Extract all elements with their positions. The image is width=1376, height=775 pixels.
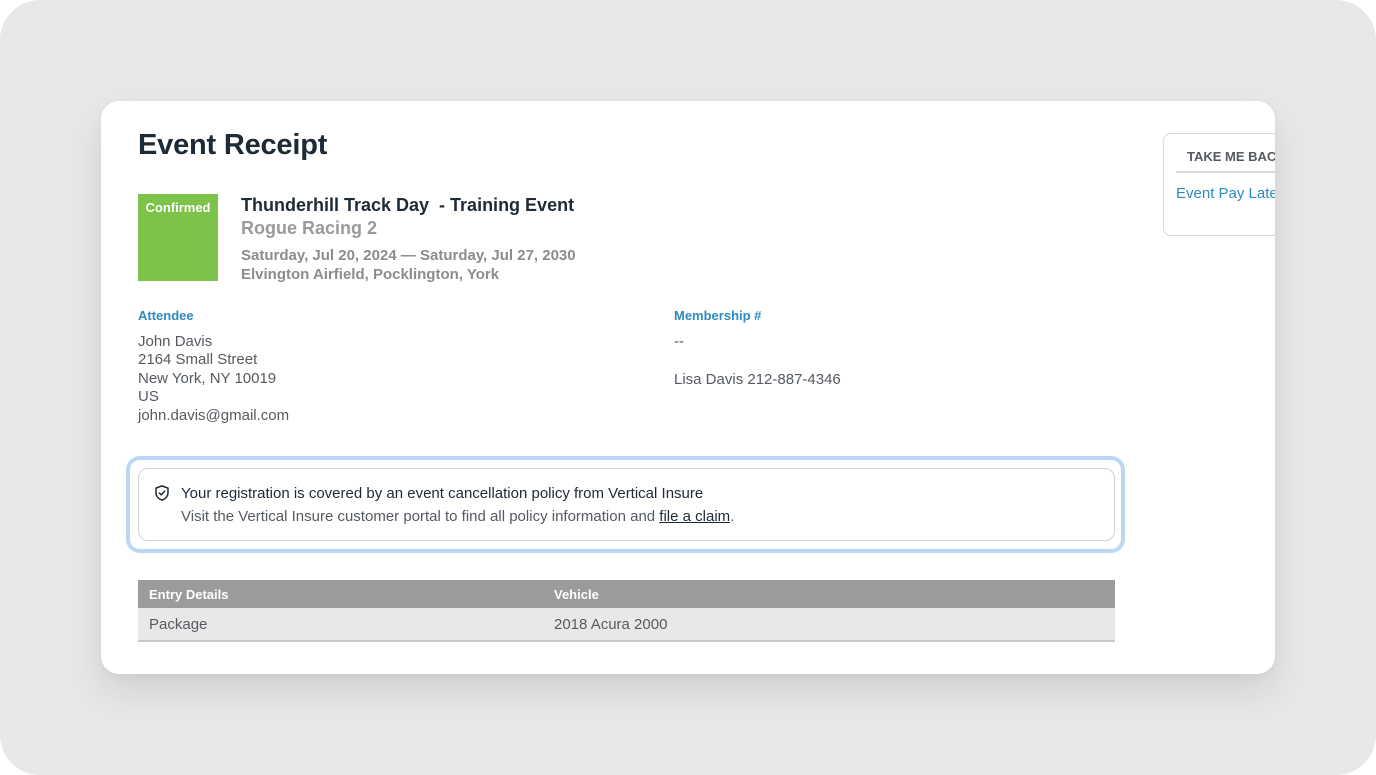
status-label: Confirmed [145, 200, 211, 215]
policy-highlight: Your registration is covered by an event… [126, 456, 1125, 553]
file-claim-link[interactable]: file a claim [659, 508, 730, 525]
policy-text: Visit the Vertical Insure customer porta… [181, 508, 734, 525]
table-row: Package 2018 Acura 2000 [138, 608, 1115, 642]
attendee-details: John Davis 2164 Small Street New York, N… [138, 333, 289, 425]
event-location: Elvington Airfield, Pocklington, York [241, 266, 500, 283]
event-dates: Saturday, Jul 20, 2024 — Saturday, Jul 2… [241, 247, 576, 264]
emergency-contact: Lisa Davis 212-887-4346 [674, 371, 841, 388]
attendee-city: New York, NY 10019 [138, 369, 277, 387]
event-info: Thunderhill Track Day - Training Event R… [241, 194, 576, 284]
attendee-email: john.davis@gmail.com [138, 406, 290, 424]
policy-suffix: . [730, 508, 735, 525]
attendee-street: 2164 Small Street [138, 351, 258, 369]
entry-package: Package [138, 608, 543, 642]
status-badge: Confirmed [138, 194, 218, 281]
side-panel-heading: TAKE ME BACK [1176, 149, 1275, 173]
policy-title: Your registration is covered by an event… [181, 485, 704, 502]
event-title: Thunderhill Track Day - Training Event [241, 195, 575, 215]
membership-value: -- [674, 333, 684, 350]
attendee-country: US [138, 388, 159, 406]
attendee-label: Attendee [138, 308, 194, 323]
event-pay-later-link[interactable]: Event Pay Later [1176, 185, 1275, 202]
entry-table: Entry Details Vehicle Package 2018 Acura… [138, 580, 1115, 642]
policy-notice: Your registration is covered by an event… [138, 468, 1115, 541]
side-panel: TAKE ME BACK Event Pay Later [1163, 133, 1275, 236]
event-organization: Rogue Racing 2 [241, 218, 378, 238]
policy-description: Visit the Vertical Insure customer porta… [181, 508, 660, 525]
membership-label: Membership # [674, 308, 762, 323]
header-entry-details: Entry Details [138, 580, 543, 608]
shield-check-icon [155, 485, 169, 501]
table-header-row: Entry Details Vehicle [138, 580, 1115, 608]
page-title: Event Receipt [138, 129, 328, 161]
screen-background: Event Receipt Confirmed Thunderhill Trac… [0, 0, 1376, 775]
receipt-card: Event Receipt Confirmed Thunderhill Trac… [101, 101, 1275, 674]
entry-vehicle: 2018 Acura 2000 [543, 608, 1115, 642]
attendee-name: John Davis [138, 333, 213, 350]
header-vehicle: Vehicle [543, 580, 1115, 608]
